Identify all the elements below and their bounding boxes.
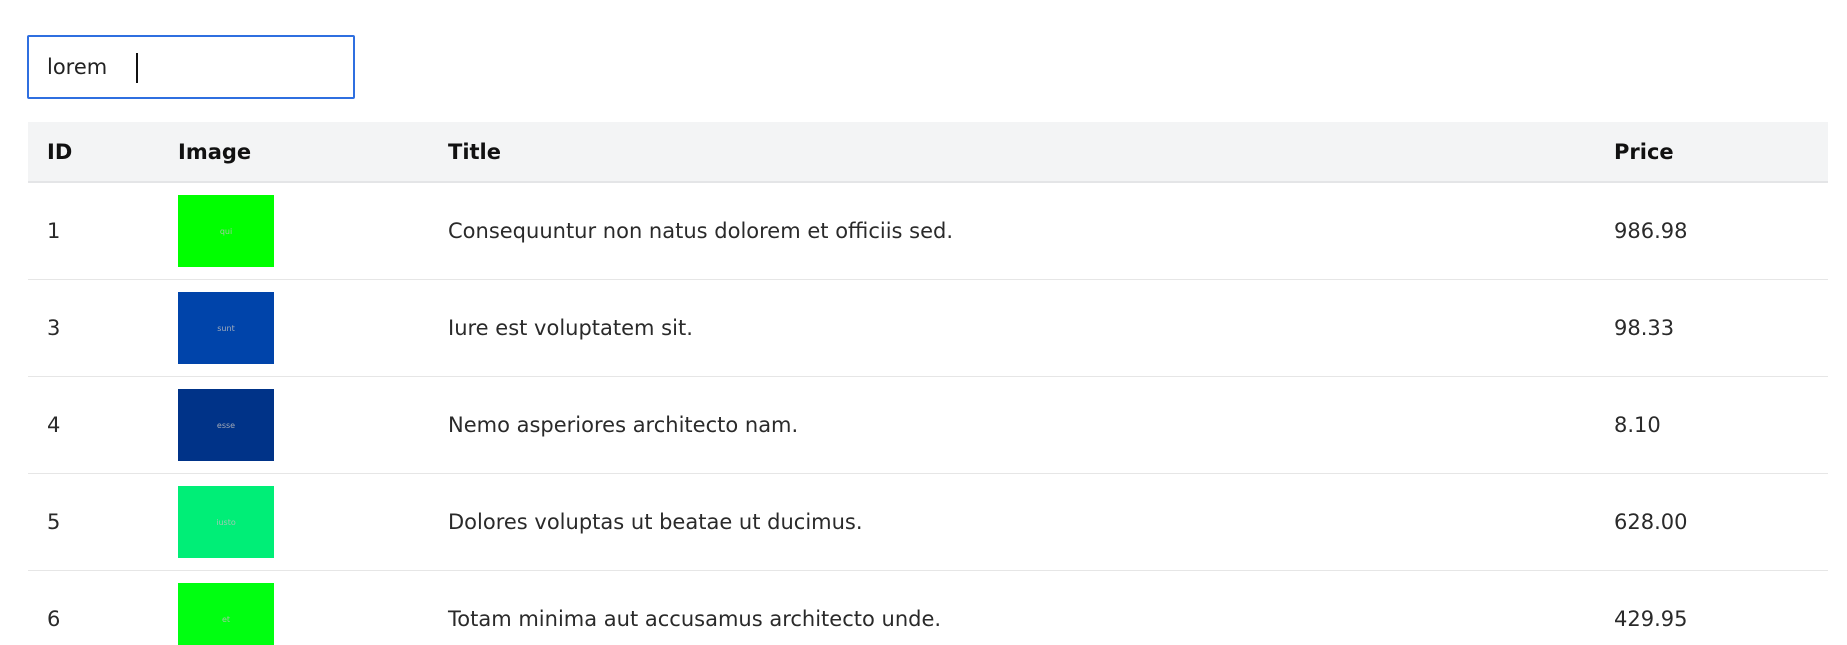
cell-image: et	[178, 571, 274, 645]
cell-image: iusto	[178, 474, 274, 570]
product-thumbnail: et	[178, 583, 274, 645]
product-thumbnail: iusto	[178, 486, 274, 558]
cell-id: 1	[47, 219, 61, 243]
cell-image: sunt	[178, 280, 274, 376]
table-row[interactable]: 3 sunt Iure est voluptatem sit. 98.33	[28, 280, 1828, 377]
cell-title: Dolores voluptas ut beatae ut ducimus.	[448, 510, 863, 534]
product-thumbnail: sunt	[178, 292, 274, 364]
cell-id: 3	[47, 316, 61, 340]
cell-price: 429.95	[1614, 607, 1688, 631]
cell-image: qui	[178, 183, 274, 279]
cell-price: 628.00	[1614, 510, 1688, 534]
text-caret	[136, 53, 138, 83]
products-table: ID Image Title Price 1 qui Consequuntur …	[28, 122, 1828, 645]
cell-price: 986.98	[1614, 219, 1688, 243]
product-thumbnail: qui	[178, 195, 274, 267]
thumbnail-text: iusto	[216, 517, 236, 527]
table-body: 1 qui Consequuntur non natus dolorem et …	[28, 183, 1828, 645]
cell-id: 5	[47, 510, 61, 534]
table-row[interactable]: 1 qui Consequuntur non natus dolorem et …	[28, 183, 1828, 280]
table-row[interactable]: 6 et Totam minima aut accusamus architec…	[28, 571, 1828, 645]
thumbnail-text: et	[221, 614, 231, 624]
column-header-id[interactable]: ID	[47, 122, 72, 181]
cell-price: 98.33	[1614, 316, 1675, 340]
cell-title: Nemo asperiores architecto nam.	[448, 413, 799, 437]
search-input[interactable]	[47, 55, 353, 79]
table-header: ID Image Title Price	[28, 122, 1828, 183]
cell-title: Iure est voluptatem sit.	[448, 316, 693, 340]
cell-id: 6	[47, 607, 61, 631]
cell-image: esse	[178, 377, 274, 473]
table-row[interactable]: 4 esse Nemo asperiores architecto nam. 8…	[28, 377, 1828, 474]
thumbnail-text: sunt	[217, 323, 235, 333]
cell-id: 4	[47, 413, 61, 437]
search-field[interactable]	[27, 35, 355, 99]
thumbnail-text: qui	[219, 226, 233, 236]
table-row[interactable]: 5 iusto Dolores voluptas ut beatae ut du…	[28, 474, 1828, 571]
column-header-image[interactable]: Image	[178, 122, 251, 181]
cell-price: 8.10	[1614, 413, 1661, 437]
cell-title: Consequuntur non natus dolorem et offici…	[448, 219, 954, 243]
column-header-price[interactable]: Price	[1614, 122, 1674, 181]
product-thumbnail: esse	[178, 389, 274, 461]
cell-title: Totam minima aut accusamus architecto un…	[448, 607, 942, 631]
column-header-title[interactable]: Title	[448, 122, 501, 181]
thumbnail-text: esse	[216, 420, 236, 430]
